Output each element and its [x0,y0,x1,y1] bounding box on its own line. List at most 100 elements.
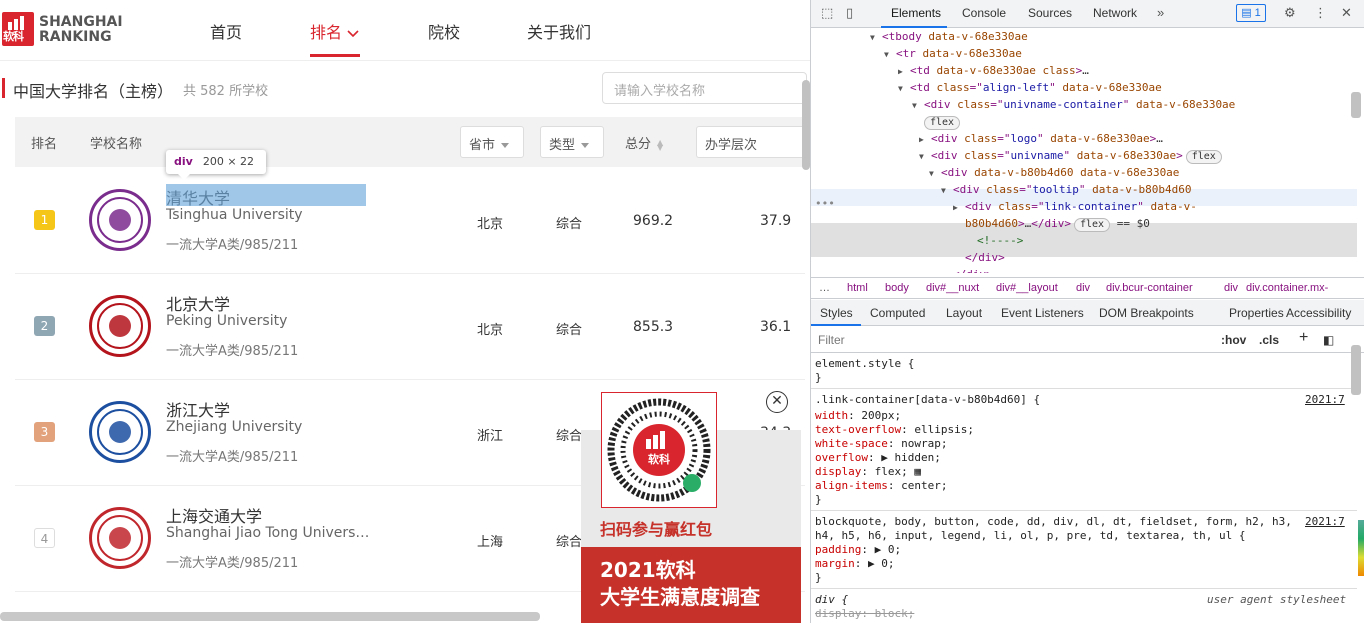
css-rule-line[interactable]: width: 200px; [815,409,1355,423]
settings-gear-icon[interactable]: ⚙ [1284,5,1296,21]
new-rule-icon[interactable]: + [1299,329,1308,347]
dom-node-line[interactable]: ▼ <td class="align-left" data-v-68e330ae [898,79,1162,96]
nav-ranking[interactable]: 排名 [310,19,360,43]
styles-tab[interactable]: Accessibility [1286,306,1351,320]
breadcrumb-item[interactable]: div [1224,282,1238,294]
kebab-menu-icon[interactable]: ⋮ [1314,5,1327,21]
university-name-en[interactable]: Tsinghua University [166,207,371,223]
styles-filter[interactable]: Filter :hov .cls + ◧ [811,327,1364,353]
css-rule-line[interactable]: } [815,371,1355,385]
dom-node-line[interactable]: <!----> [965,232,1023,249]
more-tabs-icon[interactable]: » [1157,5,1164,20]
dom-node-line[interactable]: </div> [953,249,1005,266]
css-rule-line[interactable]: overflow: ▶ hidden; [815,451,1355,465]
page-scrollbar-vertical[interactable] [802,80,810,170]
styles-tab[interactable]: Layout [946,306,982,320]
device-toolbar-icon[interactable]: ▯ [846,5,853,21]
css-rule-line[interactable]: padding: ▶ 0; [815,543,1355,557]
tab-console[interactable]: Console [962,6,1006,20]
breadcrumb-item[interactable]: body [885,282,909,294]
css-rule-line[interactable]: div {user agent stylesheet [815,593,1355,607]
css-rule-line[interactable]: display: block; [815,607,1355,621]
dom-node-line[interactable]: ▶ <div class="logo" data-v-68e330ae>… [919,130,1163,147]
logo-text: SHANGHAI RANKING [39,15,123,45]
dom-node-line[interactable]: </div> [941,266,993,273]
table-row[interactable]: 1清华大学Tsinghua University一流大学A类/985/211北京… [15,168,805,274]
level-filter[interactable]: 办学层次 [696,126,806,158]
dom-tree-scrollbar[interactable] [1351,92,1361,118]
dom-node-line[interactable]: ▼ <tbody data-v-68e330ae [870,28,1028,45]
table-scrollbar-horizontal[interactable] [0,612,540,621]
dom-node-line[interactable]: ▼ <div class="tooltip" data-v-b80b4d60 [941,181,1191,198]
breadcrumb-item[interactable]: div#__layout [996,282,1058,294]
dom-node-line[interactable]: ▼ <div data-v-b80b4d60 data-v-68e330ae [929,164,1179,181]
css-rule-line[interactable]: margin: ▶ 0; [815,557,1355,571]
dom-node-line[interactable]: ▶ <td data-v-68e330ae class>… [898,62,1089,79]
css-rule-line[interactable]: element.style { [815,357,1355,371]
sort-icon: ▲ ▼ [657,137,664,152]
breadcrumb-item[interactable]: div.container.mx- [1246,282,1328,294]
screen: 软科 SHANGHAI RANKING 首页 排名 院校 关于我们 中国大学排名… [0,0,1364,623]
nav-home[interactable]: 首页 [210,19,242,43]
filter-input[interactable]: Filter [818,333,845,347]
toggle-sidebar-icon[interactable]: ◧ [1323,333,1334,347]
tooltip-arrow [178,174,190,180]
styles-tab[interactable]: Computed [870,306,925,320]
tab-network[interactable]: Network [1093,6,1137,20]
css-rule-line[interactable]: .link-container[data-v-b80b4d60] {2021:7 [815,393,1355,407]
type-filter[interactable]: 类型 [540,126,604,158]
dom-node-line[interactable]: ▼ <div class="univname-container" data-v-… [912,96,1235,113]
close-devtools-icon[interactable]: ✕ [1341,5,1352,21]
cls-toggle[interactable]: .cls [1259,333,1279,347]
chevron-down-icon [347,29,359,37]
css-rule-line[interactable]: } [815,571,1355,585]
dom-node-line[interactable]: ▶ <div class="link-container" data-v- [953,198,1197,215]
css-rule-line[interactable]: white-space: nowrap; [815,437,1355,451]
css-rule-line[interactable]: display: flex; ▦ [815,465,1355,479]
university-name-en[interactable]: Peking University [166,313,371,329]
nav-schools[interactable]: 院校 [428,19,460,43]
site-logo[interactable]: 软科 SHANGHAI RANKING [2,12,123,48]
university-name-cn[interactable]: 浙江大学 [166,397,230,421]
breadcrumb-item[interactable]: html [847,282,868,294]
breadcrumb-item[interactable]: … [819,282,830,294]
css-rule-line[interactable]: } [815,493,1355,507]
breadcrumb-item[interactable]: div [1076,282,1090,294]
university-name-cn[interactable]: 上海交通大学 [166,503,262,527]
dom-node-line[interactable]: ▼ <div class="univname" data-v-68e330ae> f… [919,147,1222,164]
table-row[interactable]: 2 北京大学 Peking University 一流大学A类/985/211 北京 综合… [15,274,805,380]
issues-badge[interactable]: ▤ 1 [1236,4,1266,22]
header-score[interactable]: 总分 ▲ ▼ [625,133,663,152]
tab-elements[interactable]: Elements [891,6,941,20]
breadcrumb-item[interactable]: div.bcur-container [1106,282,1193,294]
inspect-element-icon[interactable]: ⬚ [821,5,833,21]
dom-node-line[interactable]: flex [909,113,961,130]
styles-tab[interactable]: Properties [1229,306,1284,320]
province-filter[interactable]: 省市 [460,126,524,158]
styles-scrollbar[interactable] [1351,345,1361,395]
styles-tab[interactable]: Styles [820,306,853,320]
devtools-tabbar: ⬚ ▯ Elements Console Sources Network » ▤… [811,0,1364,28]
tab-sources[interactable]: Sources [1028,6,1072,20]
hov-toggle[interactable]: :hov [1221,333,1246,347]
page-title: 中国大学排名（主榜） [13,82,174,101]
styles-tab[interactable]: Event Listeners [1001,306,1084,320]
css-rule-line[interactable]: h4, h5, h6, input, legend, li, ol, p, pr… [815,529,1355,543]
dom-row-ellipsis[interactable]: ••• [815,195,835,212]
header-rank: 排名 [31,137,58,152]
university-name-en[interactable]: Shanghai Jiao Tong University [166,525,371,541]
dom-node-line[interactable]: b80b4d60>…</div> flex == $0 [953,215,1150,232]
css-rule-line[interactable]: text-overflow: ellipsis; [815,423,1355,437]
university-name-en[interactable]: Zhejiang University [166,419,371,435]
css-rule-line[interactable]: align-items: center; [815,479,1355,493]
breadcrumb-item[interactable]: div#__nuxt [926,282,979,294]
search-input[interactable]: 请输入学校名称 [602,72,807,104]
university-emblem-icon [89,507,151,569]
styles-tab[interactable]: DOM Breakpoints [1099,306,1194,320]
university-name-cn[interactable]: 北京大学 [166,291,230,315]
dom-node-line[interactable]: ▼ <tr data-v-68e330ae [884,45,1022,62]
css-rule-line[interactable]: blockquote, body, button, code, dd, div,… [815,515,1355,529]
nav-about[interactable]: 关于我们 [527,19,591,43]
popup-close-icon[interactable]: ✕ [766,391,788,413]
university-tags: 一流大学A类/985/211 [166,450,299,465]
